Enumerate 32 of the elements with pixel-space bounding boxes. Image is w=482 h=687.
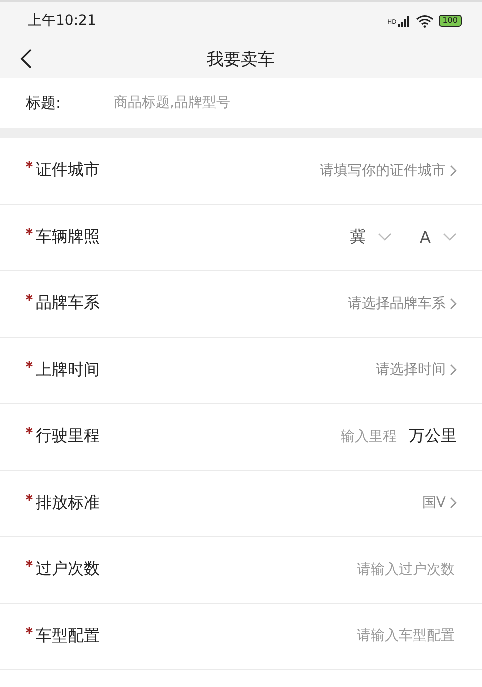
field-label: 行驶里程 (36, 426, 100, 448)
province-dropdown[interactable]: 冀 (350, 226, 392, 248)
chevron-down-icon (443, 233, 457, 242)
select-field[interactable]: 请选择时间 (376, 361, 457, 380)
unit-label: 万公里 (409, 426, 457, 448)
page-title: 我要卖车 (207, 48, 275, 70)
chevron-down-icon (378, 233, 392, 242)
battery-icon: 100 (438, 15, 462, 27)
text-input[interactable]: 请输入过户次数 (253, 560, 457, 579)
chevron-right-icon (450, 298, 457, 310)
signal-icon (398, 16, 411, 26)
select-field[interactable]: 国V (422, 494, 457, 512)
select-field[interactable]: 请选择品牌车系 (348, 294, 457, 313)
field-label: 过户次数 (36, 559, 100, 580)
field-label: 品牌车系 (36, 293, 100, 314)
select-field[interactable]: 请填写你的证件城市 (320, 162, 457, 180)
text-input[interactable]: 请输入车型配置 (253, 627, 457, 646)
field-label: 排放标准 (36, 492, 100, 514)
wifi-icon (416, 14, 434, 28)
chevron-right-icon (450, 164, 457, 177)
status-time: 上午10:21 (28, 12, 96, 30)
chevron-right-icon (450, 497, 457, 510)
back-icon[interactable] (20, 49, 32, 69)
letter-dropdown[interactable]: A (420, 226, 457, 248)
text-input[interactable]: 输入里程 (285, 428, 399, 446)
field-label: 证件城市 (36, 160, 100, 182)
field-label: 车型配置 (36, 626, 100, 647)
field-label: 上牌时间 (36, 360, 100, 381)
field-label: 车辆牌照 (36, 226, 100, 248)
field-label: 标题: (26, 94, 62, 112)
title-input[interactable]: 商品标题,品牌型号 (112, 94, 416, 112)
chevron-right-icon (450, 364, 457, 376)
